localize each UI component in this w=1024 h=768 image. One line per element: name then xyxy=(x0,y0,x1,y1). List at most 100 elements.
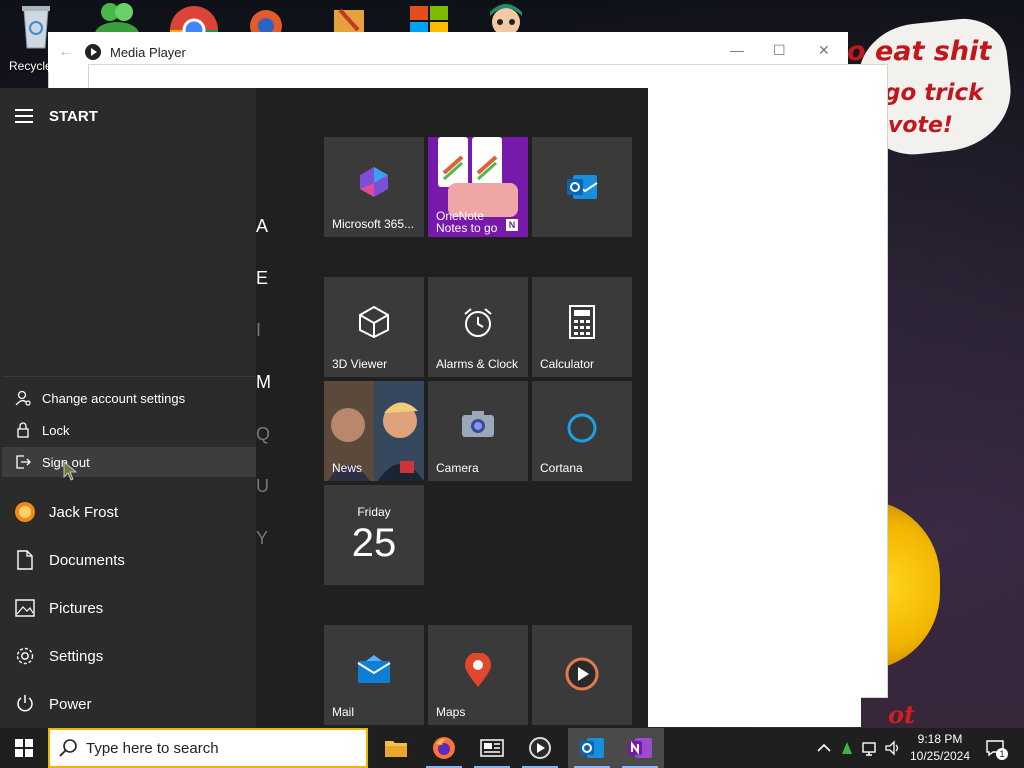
lock-label: Lock xyxy=(42,422,70,438)
recycle-bin-icon[interactable] xyxy=(16,0,76,49)
user-avatar-icon xyxy=(14,501,36,523)
taskbar-clock[interactable]: 9:18 PM 10/25/2024 xyxy=(904,731,976,765)
camera-icon xyxy=(428,409,528,439)
search-placeholder-text: Type here to search xyxy=(86,739,219,757)
map-pin-icon xyxy=(428,653,528,689)
clock-time: 9:18 PM xyxy=(917,732,963,746)
hamburger-menu-icon[interactable] xyxy=(15,109,33,123)
power-item[interactable]: Power xyxy=(0,680,256,728)
tile-microsoft-365[interactable]: Microsoft 365... xyxy=(324,137,424,237)
tile-label-alarms-clock: Alarms & Clock xyxy=(436,357,519,371)
maximize-icon[interactable]: ☐ xyxy=(773,42,786,59)
start-button[interactable] xyxy=(0,728,48,768)
change-account-settings-label: Change account settings xyxy=(42,390,186,406)
tile-mail[interactable]: Mail xyxy=(324,625,424,725)
taskbar-file-explorer[interactable] xyxy=(372,728,420,768)
meme-text-line-1: o eat shit xyxy=(847,36,992,67)
calendar-day-label: Friday xyxy=(357,505,391,519)
office-icon[interactable] xyxy=(408,0,468,36)
onenote-badge-icon: N xyxy=(506,219,518,231)
taskbar-news-app[interactable] xyxy=(468,728,516,768)
desktop-app-icon[interactable] xyxy=(248,0,308,42)
outlook-icon xyxy=(532,173,632,201)
taskbar-media-player[interactable] xyxy=(516,728,564,768)
tile-calculator[interactable]: Calculator xyxy=(532,277,632,377)
taskbar-firefox[interactable] xyxy=(420,728,468,768)
user-name-label: Jack Frost xyxy=(49,503,119,521)
account-context-menu: Change account settings Lock Sign out xyxy=(2,376,256,482)
folder-icon xyxy=(385,741,407,757)
tile-alarms-clock[interactable]: Alarms & Clock xyxy=(428,277,528,377)
tile-label-cortana: Cortana xyxy=(540,461,583,475)
network-icon[interactable] xyxy=(862,738,880,758)
taskbar-outlook[interactable] xyxy=(568,728,616,768)
media-player-window-bottom xyxy=(645,697,861,727)
media-player-icon xyxy=(532,657,632,691)
sign-out-item[interactable]: Sign out xyxy=(2,447,256,477)
tile-3d-viewer[interactable]: 3D Viewer xyxy=(324,277,424,377)
tile-onenote[interactable]: OneNote Notes to go N xyxy=(428,137,528,237)
tile-media-player[interactable] xyxy=(532,625,632,725)
minimize-icon[interactable]: — xyxy=(730,42,744,58)
change-account-settings-item[interactable]: Change account settings xyxy=(2,383,256,413)
alpha-index-y[interactable]: Y xyxy=(256,528,270,549)
user-account-item[interactable]: Jack Frost xyxy=(0,488,256,536)
tile-outlook[interactable] xyxy=(532,137,632,237)
calendar-date-number: 25 xyxy=(351,521,397,565)
tile-label-news: News xyxy=(332,461,363,475)
alpha-index-m[interactable]: M xyxy=(256,372,271,393)
close-icon[interactable]: ✕ xyxy=(818,42,830,59)
documents-item[interactable]: Documents xyxy=(0,536,256,584)
messenger-people-icon[interactable] xyxy=(92,0,152,46)
power-label: Power xyxy=(49,695,92,713)
settings-item[interactable]: Settings xyxy=(0,632,256,680)
notification-count-badge: 1 xyxy=(996,748,1008,760)
media-player-taskbar-icon xyxy=(529,737,551,759)
outlook-taskbar-icon xyxy=(580,738,604,758)
back-arrow-icon[interactable]: ← xyxy=(48,43,84,61)
document-icon xyxy=(14,549,36,571)
lock-icon xyxy=(14,421,32,439)
calculator-icon xyxy=(532,305,632,339)
media-player-title: Media Player xyxy=(110,44,186,60)
firefox-icon xyxy=(433,737,455,759)
alpha-index-u[interactable]: U xyxy=(256,476,270,497)
start-header[interactable]: START xyxy=(0,96,256,136)
news-badge-icon xyxy=(400,461,414,473)
taskbar-onenote[interactable] xyxy=(616,728,664,768)
alpha-index-e[interactable]: E xyxy=(256,268,270,289)
onenote-promo-image xyxy=(428,137,528,217)
chrome-icon[interactable] xyxy=(170,0,230,54)
alpha-index-q[interactable]: Q xyxy=(256,424,270,445)
cortana-icon xyxy=(532,411,632,445)
mouse-cursor-icon xyxy=(62,461,78,481)
tile-maps[interactable]: Maps xyxy=(428,625,528,725)
tile-label-microsoft-365: Microsoft 365... xyxy=(332,217,415,231)
cube-icon xyxy=(324,305,424,339)
alpha-index-i[interactable]: I xyxy=(256,320,270,341)
tile-calendar[interactable]: Friday 25 xyxy=(324,485,424,585)
show-hidden-icons-chevron-icon[interactable] xyxy=(815,738,833,758)
game-character-icon[interactable] xyxy=(486,0,546,36)
meme-text-line-3: vote! xyxy=(888,113,953,138)
pictures-label: Pictures xyxy=(49,599,104,617)
alpha-index-a[interactable]: A xyxy=(256,216,270,237)
search-icon xyxy=(50,738,86,758)
volume-icon[interactable] xyxy=(884,738,902,758)
alarm-clock-icon xyxy=(428,305,528,339)
microsoft-365-icon xyxy=(324,165,424,199)
tray-green-app-icon[interactable] xyxy=(838,738,856,758)
person-settings-icon xyxy=(14,389,32,407)
tile-news[interactable]: News xyxy=(324,381,424,481)
lock-item[interactable]: Lock xyxy=(2,415,256,445)
onenote-taskbar-icon xyxy=(628,738,652,758)
tile-cortana[interactable]: Cortana xyxy=(532,381,632,481)
tile-label-mail: Mail xyxy=(332,705,355,719)
desktop-app-icon-2[interactable] xyxy=(330,0,390,36)
tile-camera[interactable]: Camera xyxy=(428,381,528,481)
taskbar-search-box[interactable]: Type here to search xyxy=(48,728,368,768)
documents-label: Documents xyxy=(49,551,125,569)
pictures-item[interactable]: Pictures xyxy=(0,584,256,632)
wallpaper-scribble: ot xyxy=(888,700,916,729)
sign-out-icon xyxy=(14,453,32,471)
